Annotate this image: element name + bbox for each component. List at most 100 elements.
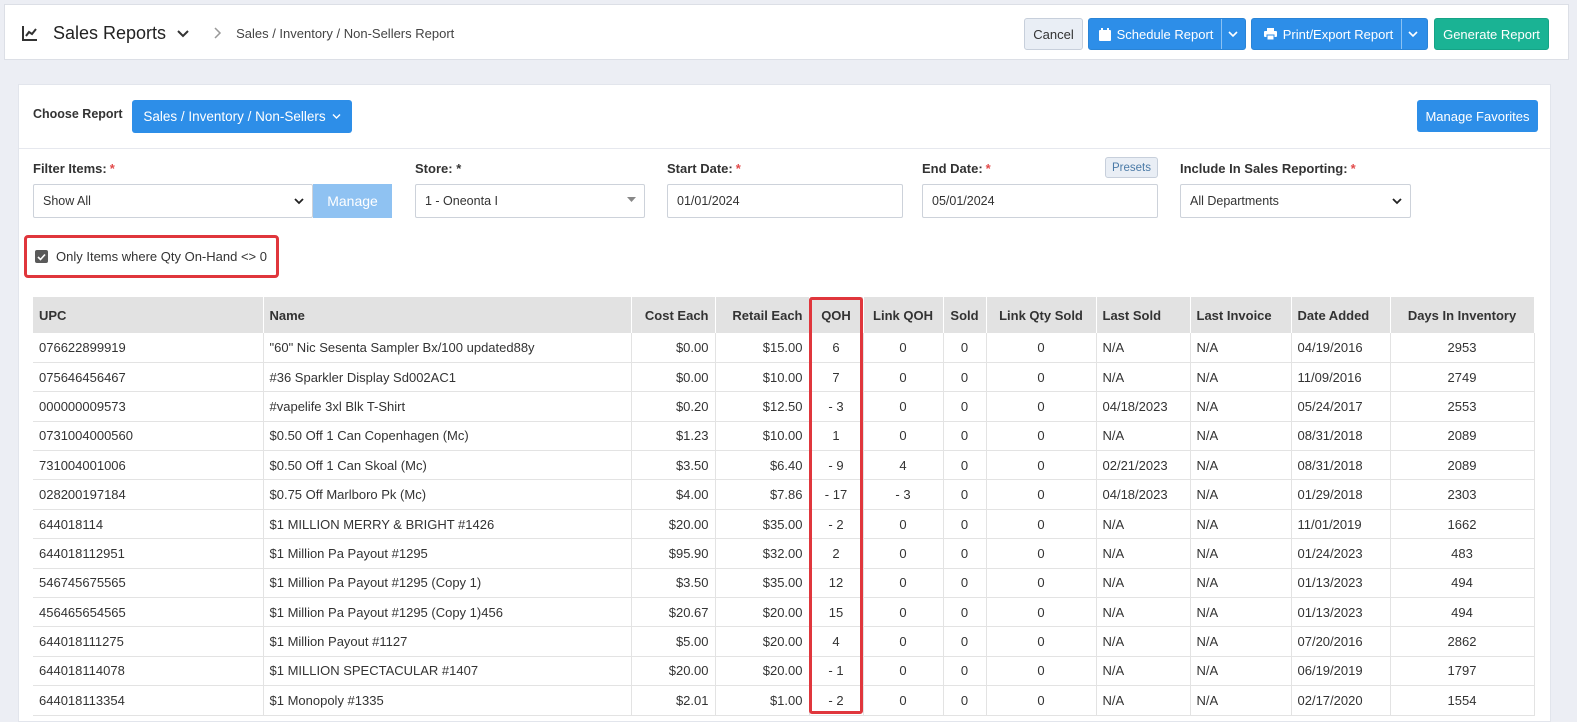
include-sales-label-text: Include In Sales Reporting:: [1180, 161, 1348, 176]
table-cell: 0: [986, 450, 1097, 481]
presets-button[interactable]: Presets: [1105, 157, 1158, 178]
table-cell: 0: [863, 626, 944, 657]
table-cell: 075646456467: [33, 362, 264, 393]
start-date-input[interactable]: 01/01/2024: [667, 184, 903, 218]
table-cell: 08/31/2018: [1291, 450, 1391, 481]
table-row[interactable]: 644018114078 $1 MILLION SPECTACULAR #1407…: [33, 656, 1535, 687]
chevron-down-icon: [332, 114, 341, 119]
column-header[interactable]: Link Qty Sold: [986, 297, 1097, 333]
include-sales-select[interactable]: All Departments: [1180, 184, 1411, 218]
table-cell: $35.00: [715, 509, 810, 540]
table-row[interactable]: 731004001006 $0.50 Off 1 Can Skoal (Mc) $3…: [33, 450, 1535, 481]
table-cell: $32.00: [715, 538, 810, 569]
table-cell: 12: [809, 568, 864, 599]
column-header[interactable]: QOH: [809, 297, 864, 333]
table-cell: - 2: [809, 509, 864, 540]
qty-on-hand-filter: Only Items where Qty On-Hand <> 0: [24, 235, 279, 278]
table-cell: 483: [1390, 538, 1535, 569]
table-row[interactable]: 076622899919 "60" Nic Sesenta Sampler Bx/…: [33, 333, 1535, 363]
table-row[interactable]: 644018111275 $1 Million Payout #1127 $5.00…: [33, 626, 1535, 657]
table-row[interactable]: 000000009573 #vapelife 3xl Blk T-Shirt $0.…: [33, 391, 1535, 422]
print-export-button[interactable]: Print/Export Report: [1251, 18, 1428, 50]
table-cell: N/A: [1096, 362, 1191, 393]
column-header[interactable]: Cost Each: [631, 297, 716, 333]
store-select[interactable]: 1 - Oneonta I: [415, 184, 645, 218]
table-cell: $35.00: [715, 568, 810, 599]
table-cell: $20.67: [631, 597, 716, 628]
choose-report-dropdown[interactable]: Sales / Inventory / Non-Sellers: [132, 100, 352, 133]
table-cell: 06/19/2019: [1291, 656, 1391, 687]
filter-items-select[interactable]: Show All: [33, 184, 313, 218]
table-cell: 11/01/2019: [1291, 509, 1391, 540]
schedule-report-label: Schedule Report: [1116, 26, 1214, 42]
table-cell: 0: [943, 597, 987, 628]
include-sales-label: Include In Sales Reporting: *: [1180, 161, 1356, 176]
column-header[interactable]: Name: [263, 297, 632, 333]
table-row[interactable]: 456465654565 $1 Million Pa Payout #1295 (…: [33, 597, 1535, 628]
column-header[interactable]: UPC: [33, 297, 264, 333]
table-cell: $20.00: [631, 509, 716, 540]
table-cell: 644018114078: [33, 656, 264, 687]
cancel-button[interactable]: Cancel: [1024, 18, 1083, 50]
selected-report-label: Sales / Inventory / Non-Sellers: [143, 109, 326, 124]
table-cell: $1.23: [631, 421, 716, 452]
store-required-mark: *: [456, 161, 462, 176]
table-cell: N/A: [1190, 479, 1292, 510]
table-row[interactable]: 644018113354 $1 Monopoly #1335 $2.01 $1.00-…: [33, 685, 1535, 716]
table-cell: $95.90: [631, 538, 716, 569]
table-cell: 2953: [1390, 333, 1535, 363]
table-cell: N/A: [1190, 333, 1292, 363]
table-cell: 644018114: [33, 509, 264, 540]
table-cell: N/A: [1096, 597, 1191, 628]
table-cell: 02/21/2023: [1096, 450, 1191, 481]
table-row[interactable]: 546745675565 $1 Million Pa Payout #1295 (…: [33, 568, 1535, 599]
table-cell: 0: [863, 362, 944, 393]
schedule-dropdown-toggle[interactable]: [1221, 19, 1243, 49]
column-header[interactable]: Date Added: [1291, 297, 1391, 333]
table-cell: $0.50 Off 1 Can Skoal (Mc): [263, 450, 632, 481]
column-header[interactable]: Link QOH: [863, 297, 944, 333]
table-row[interactable]: 028200197184 $0.75 Off Marlboro Pk (Mc) $4…: [33, 479, 1535, 510]
table-cell: $20.00: [715, 656, 810, 687]
column-header[interactable]: Days In Inventory: [1390, 297, 1535, 333]
qty-on-hand-checkbox[interactable]: [35, 250, 48, 263]
column-header[interactable]: Last Invoice: [1190, 297, 1292, 333]
table-cell: $15.00: [715, 333, 810, 363]
table-row[interactable]: 075646456467 #36 Sparkler Display Sd002AC…: [33, 362, 1535, 393]
table-row[interactable]: 644018112951 $1 Million Pa Payout #1295 $9…: [33, 538, 1535, 569]
caret-down-icon: [627, 197, 636, 202]
table-cell: 0: [986, 538, 1097, 569]
print-dropdown-toggle[interactable]: [1401, 19, 1423, 49]
column-header[interactable]: Last Sold: [1096, 297, 1191, 333]
table-cell: $4.00: [631, 479, 716, 510]
generate-report-label: Generate Report: [1443, 26, 1540, 42]
end-date-input[interactable]: 05/01/2024: [922, 184, 1158, 218]
schedule-report-button[interactable]: Schedule Report: [1088, 18, 1246, 50]
manage-favorites-button[interactable]: Manage Favorites: [1417, 100, 1538, 132]
chevron-down-icon[interactable]: [176, 26, 190, 40]
table-row[interactable]: 644018114 $1 MILLION MERRY & BRIGHT #1426…: [33, 509, 1535, 540]
presets-label: Presets: [1112, 161, 1151, 174]
table-cell: $20.00: [715, 597, 810, 628]
table-row[interactable]: 0731004000560 $0.50 Off 1 Can Copenhagen …: [33, 421, 1535, 452]
table-cell: 15: [809, 597, 864, 628]
chevron-down-icon: [1228, 31, 1238, 38]
table-cell: 731004001006: [33, 450, 264, 481]
table-cell: 0: [863, 421, 944, 452]
table-cell: 0: [943, 568, 987, 599]
table-cell: $10.00: [715, 362, 810, 393]
table-cell: 0: [863, 656, 944, 687]
table-cell: 01/13/2023: [1291, 597, 1391, 628]
generate-report-button[interactable]: Generate Report: [1434, 18, 1549, 50]
include-sales-value: All Departments: [1190, 194, 1279, 208]
table-cell: $3.50: [631, 450, 716, 481]
table-cell: 076622899919: [33, 333, 264, 363]
manage-button[interactable]: Manage: [313, 184, 392, 218]
column-header[interactable]: Sold: [943, 297, 987, 333]
table-cell: 0: [943, 421, 987, 452]
table-cell: N/A: [1190, 362, 1292, 393]
column-header[interactable]: Retail Each: [715, 297, 810, 333]
required-mark: *: [1350, 161, 1356, 176]
table-cell: N/A: [1190, 685, 1292, 716]
table-cell: $7.86: [715, 479, 810, 510]
